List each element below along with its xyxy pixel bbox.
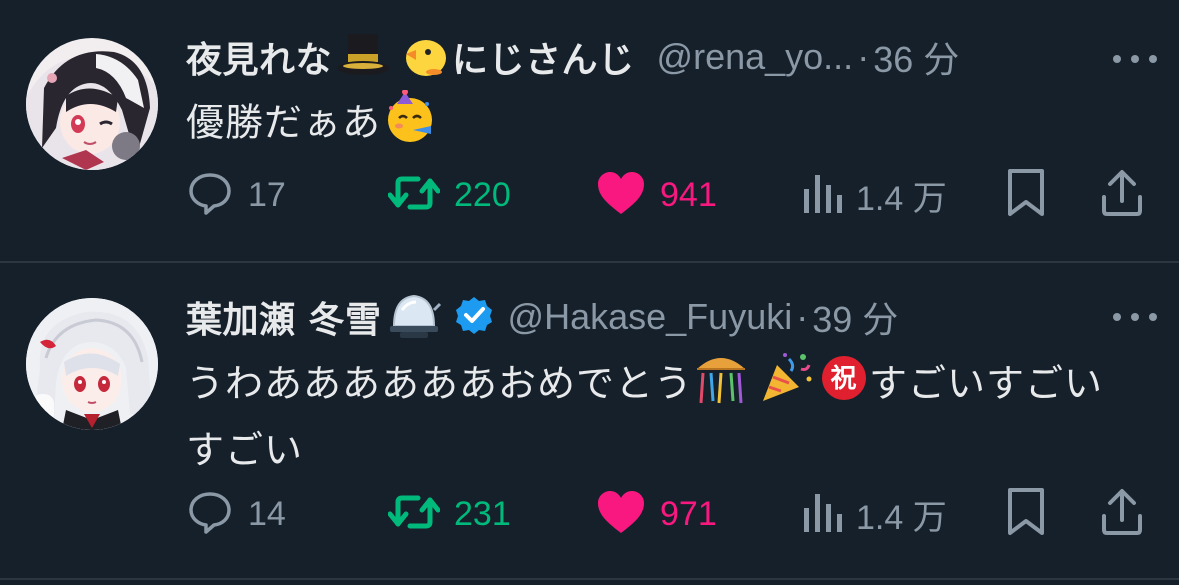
tweet[interactable]: 葉加瀬 冬雪 @Hakase_Fuyuki · 39 分 うわああああああおめで… bbox=[0, 263, 1179, 579]
timestamp[interactable]: 39 分 bbox=[812, 291, 898, 343]
divider bbox=[0, 578, 1179, 580]
separator: · bbox=[796, 296, 809, 337]
congratulations-icon: 祝 bbox=[819, 353, 869, 419]
view-count: 1.4 万 bbox=[856, 498, 947, 537]
top-hat-icon bbox=[336, 32, 390, 82]
share-icon bbox=[1100, 488, 1144, 540]
confetti-ball-icon bbox=[693, 351, 749, 421]
heart-icon bbox=[596, 170, 646, 220]
party-popper-icon bbox=[759, 351, 813, 421]
view-count: 1.4 万 bbox=[856, 179, 947, 218]
more-options-icon[interactable] bbox=[1113, 52, 1157, 66]
reply-count: 14 bbox=[248, 494, 286, 533]
bookmark-icon bbox=[1006, 487, 1046, 541]
verified-badge-icon[interactable] bbox=[454, 295, 494, 339]
like-button[interactable]: 941 bbox=[596, 168, 717, 222]
avatar[interactable] bbox=[26, 38, 158, 170]
avatar[interactable] bbox=[26, 298, 158, 430]
tweet-text-line-1-end: すごいすごい bbox=[869, 361, 1104, 406]
tweet-actions: 17 220 941 1.4 万 bbox=[186, 168, 1179, 222]
tweet-header: 夜見れな にじさんじ @rena_yo... · 36 分 bbox=[186, 32, 1119, 82]
handle[interactable]: @rena_yo... bbox=[657, 36, 854, 78]
share-button[interactable] bbox=[1100, 487, 1144, 541]
retweet-count: 220 bbox=[454, 175, 511, 214]
like-count: 971 bbox=[660, 494, 717, 533]
bookmark-icon bbox=[1006, 168, 1046, 222]
reply-button[interactable]: 17 bbox=[186, 168, 286, 222]
more-options-icon[interactable] bbox=[1113, 310, 1157, 324]
views-button[interactable]: 1.4 万 bbox=[802, 168, 947, 222]
tweet-text-line-2: すごい bbox=[186, 428, 304, 472]
chick-icon bbox=[400, 32, 448, 82]
bookmark-button[interactable] bbox=[1006, 168, 1046, 222]
display-name[interactable]: 夜見れな bbox=[186, 31, 332, 83]
like-button[interactable]: 971 bbox=[596, 487, 717, 541]
tweet-text-line-1: うわああああああおめでとう bbox=[186, 361, 694, 406]
retweet-icon bbox=[387, 169, 441, 221]
views-button[interactable]: 1.4 万 bbox=[802, 487, 947, 541]
views-chart-icon bbox=[802, 488, 842, 540]
tweet[interactable]: 夜見れな にじさんじ @rena_yo... · 36 分 優勝だぁあ 17 2… bbox=[0, 0, 1179, 262]
tweet-actions: 14 231 971 1.4 万 bbox=[186, 487, 1179, 541]
retweet-icon bbox=[387, 488, 441, 540]
tweet-text: うわああああああおめでとう 祝 すごいすごい すごい bbox=[186, 351, 1146, 479]
svg-text:祝: 祝 bbox=[831, 364, 858, 394]
separator: · bbox=[857, 36, 870, 77]
handle[interactable]: @Hakase_Fuyuki bbox=[508, 296, 793, 338]
display-name[interactable]: 葉加瀬 冬雪 bbox=[186, 291, 382, 343]
reply-icon bbox=[186, 488, 234, 540]
reply-icon bbox=[186, 169, 234, 221]
reply-button[interactable]: 14 bbox=[186, 487, 286, 541]
tweet-text-content: 優勝だぁあ bbox=[186, 100, 382, 145]
retweet-button[interactable]: 220 bbox=[387, 168, 511, 222]
retweet-button[interactable]: 231 bbox=[387, 487, 511, 541]
tweet-header: 葉加瀬 冬雪 @Hakase_Fuyuki · 39 分 bbox=[186, 292, 1119, 342]
flask-icon bbox=[386, 290, 442, 344]
reply-count: 17 bbox=[248, 175, 286, 214]
share-icon bbox=[1100, 169, 1144, 221]
partying-face-icon bbox=[383, 89, 437, 160]
tweet-text: 優勝だぁあ bbox=[186, 89, 1146, 160]
views-chart-icon bbox=[802, 169, 842, 221]
display-name-affiliation[interactable]: にじさんじ bbox=[452, 31, 635, 83]
timestamp[interactable]: 36 分 bbox=[873, 31, 959, 83]
share-button[interactable] bbox=[1100, 168, 1144, 222]
bookmark-button[interactable] bbox=[1006, 487, 1046, 541]
timeline: 夜見れな にじさんじ @rena_yo... · 36 分 優勝だぁあ 17 2… bbox=[0, 0, 1179, 585]
heart-icon bbox=[596, 489, 646, 539]
like-count: 941 bbox=[660, 175, 717, 214]
retweet-count: 231 bbox=[454, 494, 511, 533]
